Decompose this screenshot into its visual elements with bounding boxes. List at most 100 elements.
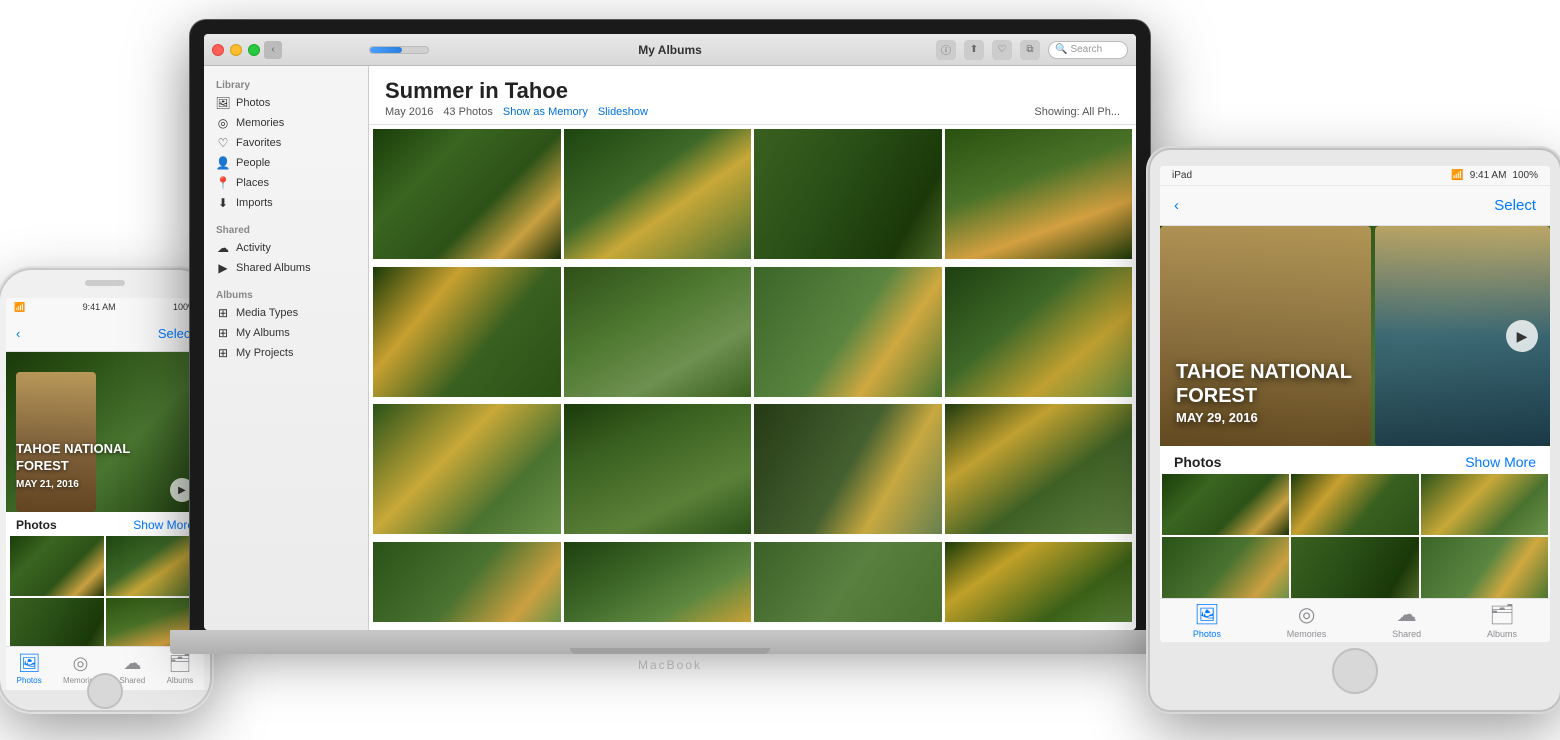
maximize-button[interactable] xyxy=(248,44,260,56)
iphone-tab-photos[interactable]: 🖼 Photos xyxy=(17,653,42,685)
ipad-photo-4[interactable] xyxy=(1162,537,1289,598)
photo-cell-14[interactable] xyxy=(564,542,752,622)
iphone-photo-3[interactable] xyxy=(10,598,104,646)
ipad-tab-photos-label: Photos xyxy=(1193,629,1221,639)
ipad-home-button[interactable] xyxy=(1332,648,1378,694)
ipad-photo-3[interactable] xyxy=(1421,474,1548,535)
ipad-show-more-button[interactable]: Show More xyxy=(1465,454,1536,470)
slideshow-button[interactable]: Slideshow xyxy=(598,106,648,118)
iphone-hero-title: TAHOE NATIONALFORESTMAY 21, 2016 xyxy=(16,441,130,492)
ipad-hero-image: TAHOE NATIONALFOREST MAY 29, 2016 ▶ xyxy=(1160,226,1550,446)
progress-container xyxy=(369,46,429,54)
ipad-tab-shared-label: Shared xyxy=(1392,629,1421,639)
ipad-model-label: iPad xyxy=(1172,170,1192,181)
album-title: Summer in Tahoe xyxy=(385,78,1120,104)
photo-cell-12[interactable] xyxy=(945,404,1133,534)
main-area: Summer in Tahoe May 2016 43 Photos Show … xyxy=(369,66,1136,630)
macbook-toolbar-right: ⓘ ⬆ ♡ ⧉ 🔍 Search xyxy=(936,40,1128,60)
sidebar-shared-albums-label: Shared Albums xyxy=(236,262,311,274)
heart-icon[interactable]: ♡ xyxy=(992,40,1012,60)
photo-cell-4[interactable] xyxy=(945,129,1133,259)
info-icon[interactable]: ⓘ xyxy=(936,40,956,60)
photo-cell-6[interactable] xyxy=(564,267,752,397)
memories-icon: ◎ xyxy=(216,116,230,130)
ipad-photo-grid xyxy=(1160,474,1550,598)
ipad-tab-shared[interactable]: ☁ Shared xyxy=(1392,602,1421,639)
iphone-time: 9:41 AM xyxy=(83,302,116,312)
photo-cell-5[interactable] xyxy=(373,267,561,397)
ipad-tab-photos[interactable]: 🖼 Photos xyxy=(1193,602,1221,639)
ipad-photo-6[interactable] xyxy=(1421,537,1548,598)
show-as-memory-button[interactable]: Show as Memory xyxy=(503,106,588,118)
photo-cell-16[interactable] xyxy=(945,542,1133,622)
photo-cell-13[interactable] xyxy=(373,542,561,622)
sidebar-item-media-types[interactable]: ⊞ Media Types xyxy=(204,303,368,323)
photo-cell-2[interactable] xyxy=(564,129,752,259)
iphone-photo-1[interactable] xyxy=(10,536,104,596)
sidebar-item-photos[interactable]: 🖼 Photos xyxy=(204,93,368,113)
ipad-back-button[interactable]: ‹ xyxy=(1174,197,1179,214)
sidebar-item-shared-albums[interactable]: ▶ Shared Albums xyxy=(204,258,368,278)
sidebar-divider-2 xyxy=(204,278,368,286)
ipad-battery: 100% xyxy=(1512,170,1538,181)
search-icon: 🔍 xyxy=(1055,44,1067,55)
close-button[interactable] xyxy=(212,44,224,56)
ipad-chevron-left-icon: ‹ xyxy=(1174,197,1179,214)
back-arrow-button[interactable]: ‹ xyxy=(264,41,282,59)
shared-tab-icon: ☁ xyxy=(123,653,141,674)
minimize-button[interactable] xyxy=(230,44,242,56)
photo-cell-1[interactable] xyxy=(373,129,561,259)
sidebar-item-favorites[interactable]: ♡ Favorites xyxy=(204,133,368,153)
sidebar-item-memories[interactable]: ◎ Memories xyxy=(204,113,368,133)
ipad-photo-2[interactable] xyxy=(1291,474,1418,535)
sidebar-item-my-albums[interactable]: ⊞ My Albums xyxy=(204,323,368,343)
window-title: My Albums xyxy=(638,43,702,57)
sidebar-library-label: Library xyxy=(204,76,368,93)
photos-tab-icon: 🖼 xyxy=(18,653,41,674)
iphone-hero-date: MAY 21, 2016 xyxy=(16,479,79,490)
photo-cell-9[interactable] xyxy=(373,404,561,534)
photo-grid xyxy=(369,125,1136,630)
album-header: Summer in Tahoe May 2016 43 Photos Show … xyxy=(369,66,1136,125)
ipad-tab-memories[interactable]: ◎ Memories xyxy=(1287,602,1327,639)
photo-cell-10[interactable] xyxy=(564,404,752,534)
showing-label: Showing: All Ph... xyxy=(1034,106,1120,118)
progress-fill xyxy=(370,47,402,53)
activity-icon: ☁ xyxy=(216,241,230,255)
ipad-photo-5[interactable] xyxy=(1291,537,1418,598)
sidebar-item-activity[interactable]: ☁ Activity xyxy=(204,238,368,258)
share-icon[interactable]: ⬆ xyxy=(964,40,984,60)
sidebar-photos-label: Photos xyxy=(236,97,270,109)
iphone-speaker xyxy=(85,280,125,286)
search-placeholder: Search xyxy=(1070,44,1102,55)
photo-cell-3[interactable] xyxy=(754,129,942,259)
ipad-time: 9:41 AM xyxy=(1470,170,1507,181)
people-icon: 👤 xyxy=(216,156,230,170)
sidebar-item-people[interactable]: 👤 People xyxy=(204,153,368,173)
places-icon: 📍 xyxy=(216,176,230,190)
search-box[interactable]: 🔍 Search xyxy=(1048,41,1128,59)
duplicate-icon[interactable]: ⧉ xyxy=(1020,40,1040,60)
sidebar-favorites-label: Favorites xyxy=(236,137,281,149)
photo-cell-7[interactable] xyxy=(754,267,942,397)
sidebar-item-places[interactable]: 📍 Places xyxy=(204,173,368,193)
sidebar-media-types-label: Media Types xyxy=(236,307,298,319)
ipad-select-button[interactable]: Select xyxy=(1494,197,1536,214)
ipad-play-button[interactable]: ▶ xyxy=(1506,320,1538,352)
photo-cell-11[interactable] xyxy=(754,404,942,534)
ipad-navbar: ‹ Select xyxy=(1160,186,1550,226)
ipad-tab-albums[interactable]: 🗂 Albums xyxy=(1487,602,1517,639)
ipad-photo-1[interactable] xyxy=(1162,474,1289,535)
memories-tab-icon: ◎ xyxy=(73,653,89,674)
photo-cell-15[interactable] xyxy=(754,542,942,622)
photo-cell-8[interactable] xyxy=(945,267,1133,397)
my-projects-icon: ⊞ xyxy=(216,346,230,360)
sidebar-item-imports[interactable]: ⬇ Imports xyxy=(204,193,368,213)
iphone-back-button[interactable]: ‹ xyxy=(16,326,20,341)
ipad-signal-icon: 📶 xyxy=(1451,170,1463,181)
media-types-icon: ⊞ xyxy=(216,306,230,320)
iphone-home-button[interactable] xyxy=(87,673,123,709)
sidebar-item-my-projects[interactable]: ⊞ My Projects xyxy=(204,343,368,363)
sidebar: Library 🖼 Photos ◎ Memories ♡ Favorites xyxy=(204,66,369,630)
iphone-signal-icon: 📶 xyxy=(14,302,25,313)
